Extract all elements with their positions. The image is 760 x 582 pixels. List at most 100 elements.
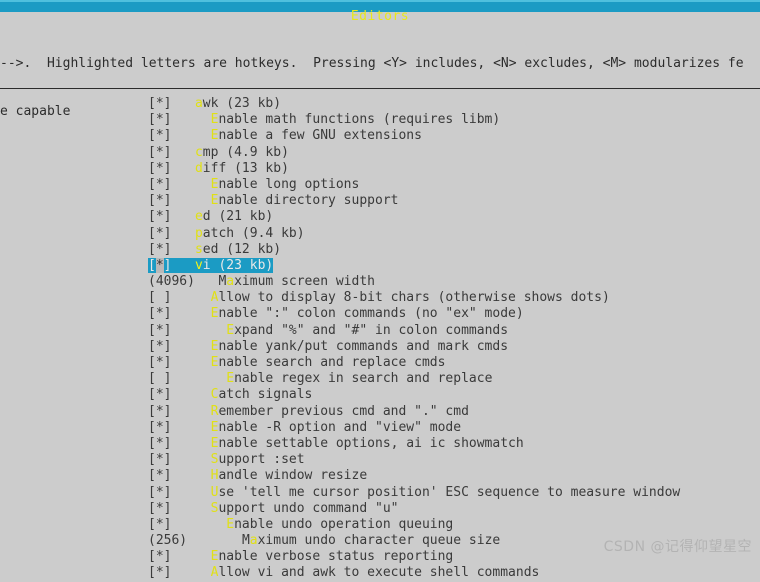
help-line-1: -->. Highlighted letters are hotkeys. Pr… bbox=[0, 56, 744, 71]
option-label: nable yank/put commands and mark cmds bbox=[218, 338, 509, 354]
config-option-list[interactable]: [*] awk (23 kb) [*] Enable math functions… bbox=[148, 96, 680, 582]
option-mark[interactable]: [*] bbox=[148, 96, 171, 111]
option-mark[interactable]: [*] bbox=[148, 193, 171, 208]
config-option-row[interactable]: [*] Handle window resize bbox=[148, 468, 680, 484]
config-option-row[interactable]: [*] diff (13 kb) bbox=[148, 161, 680, 177]
option-label: nable directory support bbox=[218, 193, 399, 209]
config-option-row[interactable]: [*] Enable directory support bbox=[148, 193, 680, 209]
option-mark[interactable]: [ ] bbox=[148, 290, 171, 305]
option-label: iff (13 kb) bbox=[202, 160, 289, 176]
option-mark[interactable]: [*] bbox=[148, 209, 171, 224]
config-option-row[interactable]: [*] Remember previous cmd and "." cmd bbox=[148, 404, 680, 420]
option-indent bbox=[171, 355, 210, 370]
option-mark[interactable]: [*] bbox=[148, 565, 171, 580]
option-hotkey-letter: A bbox=[210, 565, 219, 581]
option-indent bbox=[171, 549, 210, 564]
option-hotkey-letter: a bbox=[194, 96, 203, 111]
option-mark[interactable]: [*] bbox=[148, 355, 171, 370]
config-option-row[interactable]: (4096) Maximum screen width bbox=[148, 274, 680, 290]
option-label: andle window resize bbox=[218, 468, 368, 484]
option-indent bbox=[171, 257, 195, 273]
option-mark[interactable]: [*] bbox=[148, 145, 171, 160]
option-mark[interactable]: [*] bbox=[148, 177, 171, 192]
config-option-row[interactable]: [*] awk (23 kb) bbox=[148, 96, 680, 112]
config-option-row[interactable]: [*] Support undo command "u" bbox=[148, 501, 680, 517]
option-mark[interactable]: [*] bbox=[148, 517, 171, 532]
option-indent bbox=[171, 161, 194, 176]
config-option-row[interactable]: [*] Enable undo operation queuing bbox=[148, 517, 680, 533]
header-divider bbox=[0, 88, 760, 89]
config-option-row[interactable]: [*] Expand "%" and "#" in colon commands bbox=[148, 323, 680, 339]
config-option-row[interactable]: [*] Support :set bbox=[148, 452, 680, 468]
config-option-row[interactable]: [*] Enable ":" colon commands (no "ex" m… bbox=[148, 306, 680, 322]
option-label: upport :set bbox=[218, 452, 305, 468]
option-indent bbox=[187, 533, 242, 548]
option-mark[interactable]: [*] bbox=[148, 306, 171, 321]
option-mark[interactable]: [ ] bbox=[148, 371, 171, 386]
watermark: CSDN @记得仰望星空 bbox=[603, 539, 752, 555]
option-mark[interactable]: (256) bbox=[148, 533, 187, 548]
config-option-row[interactable]: [*] Enable search and replace cmds bbox=[148, 355, 680, 371]
config-option-row[interactable]: [*] patch (9.4 kb) bbox=[148, 226, 680, 242]
config-option-row[interactable]: [*] Catch signals bbox=[148, 387, 680, 403]
option-mark[interactable]: [*] bbox=[148, 436, 171, 451]
option-label: ed (12 kb) bbox=[202, 241, 282, 257]
option-indent bbox=[171, 371, 226, 386]
config-option-row[interactable]: [*] sed (12 kb) bbox=[148, 242, 680, 258]
option-hotkey-letter: c bbox=[194, 144, 203, 160]
option-indent bbox=[171, 306, 210, 321]
option-mark[interactable]: [*] bbox=[148, 404, 171, 419]
option-indent bbox=[171, 209, 194, 224]
option-hotkey-letter: e bbox=[194, 209, 203, 225]
config-option-row[interactable]: (256) Maximum undo character queue size bbox=[148, 533, 680, 549]
option-mark[interactable]: [*] bbox=[148, 452, 171, 467]
option-mark[interactable]: [*] bbox=[148, 468, 171, 483]
option-indent bbox=[171, 517, 226, 532]
option-mark[interactable]: [*] bbox=[148, 128, 171, 143]
option-label: emember previous cmd and "." cmd bbox=[218, 403, 469, 419]
option-mark[interactable]: [*] bbox=[148, 323, 171, 338]
config-option-row[interactable]: [*] Enable -R option and "view" mode bbox=[148, 420, 680, 436]
option-hotkey-letter: a bbox=[226, 274, 235, 290]
option-cursor: * bbox=[155, 257, 164, 273]
option-hotkey-letter: v bbox=[194, 257, 203, 273]
option-indent bbox=[171, 128, 210, 143]
option-mark[interactable]: [*] bbox=[148, 112, 171, 127]
option-indent bbox=[171, 226, 194, 241]
option-mark[interactable]: [*] bbox=[148, 420, 171, 435]
option-indent bbox=[171, 323, 226, 338]
option-indent bbox=[171, 242, 194, 257]
option-mark[interactable]: [*] bbox=[148, 226, 171, 241]
option-indent bbox=[171, 339, 210, 354]
option-mark[interactable]: [*] bbox=[148, 242, 171, 257]
config-option-row[interactable]: [*] ed (21 kb) bbox=[148, 209, 680, 225]
config-option-row-selected[interactable]: [*] vi (23 kb) bbox=[148, 257, 680, 274]
option-label: i (23 kb) bbox=[202, 257, 274, 273]
config-option-row[interactable]: [*] Enable math functions (requires libm… bbox=[148, 112, 680, 128]
option-indent bbox=[171, 387, 210, 402]
option-label: xpand "%" and "#" in colon commands bbox=[234, 322, 509, 338]
config-option-row[interactable]: [*] Allow vi and awk to execute shell co… bbox=[148, 565, 680, 581]
config-option-row[interactable]: [ ] Enable regex in search and replace bbox=[148, 371, 680, 387]
option-label: nable search and replace cmds bbox=[218, 355, 446, 370]
option-mark[interactable]: [*] bbox=[148, 549, 171, 564]
config-option-row[interactable]: [*] Enable a few GNU extensions bbox=[148, 128, 680, 144]
option-mark[interactable]: [*] bbox=[148, 339, 171, 354]
config-option-row[interactable]: [*] Enable yank/put commands and mark cm… bbox=[148, 339, 680, 355]
option-mark-open: [ bbox=[148, 257, 156, 273]
option-hotkey-letter: s bbox=[194, 241, 203, 257]
option-mark[interactable]: [*] bbox=[148, 387, 171, 402]
option-mark[interactable]: [*] bbox=[148, 161, 171, 176]
option-mark[interactable]: [*] bbox=[148, 485, 171, 500]
option-label: nable verbose status reporting bbox=[218, 549, 454, 565]
option-indent bbox=[171, 193, 210, 208]
config-option-row[interactable]: [*] cmp (4.9 kb) bbox=[148, 145, 680, 161]
config-option-row[interactable]: [*] Enable verbose status reporting bbox=[148, 549, 680, 565]
option-mark[interactable]: (4096) bbox=[148, 274, 195, 289]
option-label: llow vi and awk to execute shell command… bbox=[218, 565, 540, 581]
config-option-row[interactable]: [ ] Allow to display 8-bit chars (otherw… bbox=[148, 290, 680, 306]
option-mark[interactable]: [*] bbox=[148, 501, 171, 516]
config-option-row[interactable]: [*] Enable settable options, ai ic showm… bbox=[148, 436, 680, 452]
config-option-row[interactable]: [*] Use 'tell me cursor position' ESC se… bbox=[148, 485, 680, 501]
config-option-row[interactable]: [*] Enable long options bbox=[148, 177, 680, 193]
